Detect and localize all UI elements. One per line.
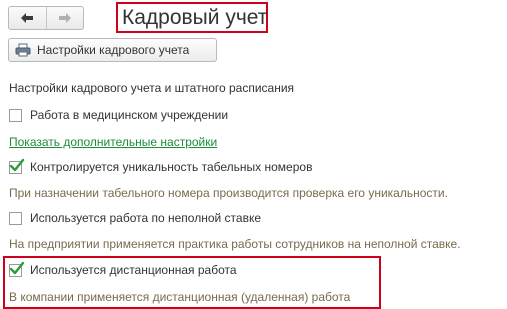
section-title: Настройки кадрового учета и штатного рас… (9, 81, 295, 95)
medical-option-row[interactable]: Работа в медицинском учреждении (9, 108, 228, 122)
remote-work-checkbox[interactable] (9, 261, 25, 277)
page: Кадровый учет Настройки кадрового учета … (0, 0, 507, 309)
part-time-option-row[interactable]: Используется работа по неполной ставке (9, 211, 261, 225)
part-time-checkbox[interactable] (9, 211, 22, 225)
remote-work-option-row[interactable]: Используется дистанционная работа (9, 261, 237, 277)
medical-checkbox[interactable] (9, 108, 22, 122)
part-time-hint: На предприятии применяется практика рабо… (9, 237, 461, 251)
page-title: Кадровый учет (122, 5, 268, 29)
remote-work-label: Используется дистанционная работа (30, 263, 237, 277)
remote-work-hint: В компании применяется дистанционная (уд… (9, 290, 351, 304)
hr-settings-button-label: Настройки кадрового учета (37, 43, 190, 57)
show-more-settings-link[interactable]: Показать дополнительные настройки (9, 135, 217, 149)
checkmark-icon (9, 261, 25, 274)
medical-label: Работа в медицинском учреждении (30, 108, 229, 122)
forward-button[interactable] (45, 7, 84, 29)
unique-numbers-option-row[interactable]: Контролируется уникальность табельных но… (9, 158, 313, 174)
title-highlight: Кадровый учет (116, 2, 268, 33)
part-time-label: Используется работа по неполной ставке (30, 211, 262, 225)
unique-numbers-hint: При назначении табельного номера произво… (9, 186, 448, 200)
arrow-right-icon (58, 13, 71, 23)
checkmark-icon (9, 158, 25, 171)
hr-settings-button[interactable]: Настройки кадрового учета (8, 38, 217, 62)
printer-settings-icon (15, 43, 31, 57)
unique-numbers-checkbox[interactable] (9, 158, 25, 174)
unique-numbers-label: Контролируется уникальность табельных но… (30, 160, 313, 174)
arrow-left-icon (21, 13, 34, 23)
navigation-buttons (8, 6, 84, 30)
back-button[interactable] (9, 7, 46, 29)
